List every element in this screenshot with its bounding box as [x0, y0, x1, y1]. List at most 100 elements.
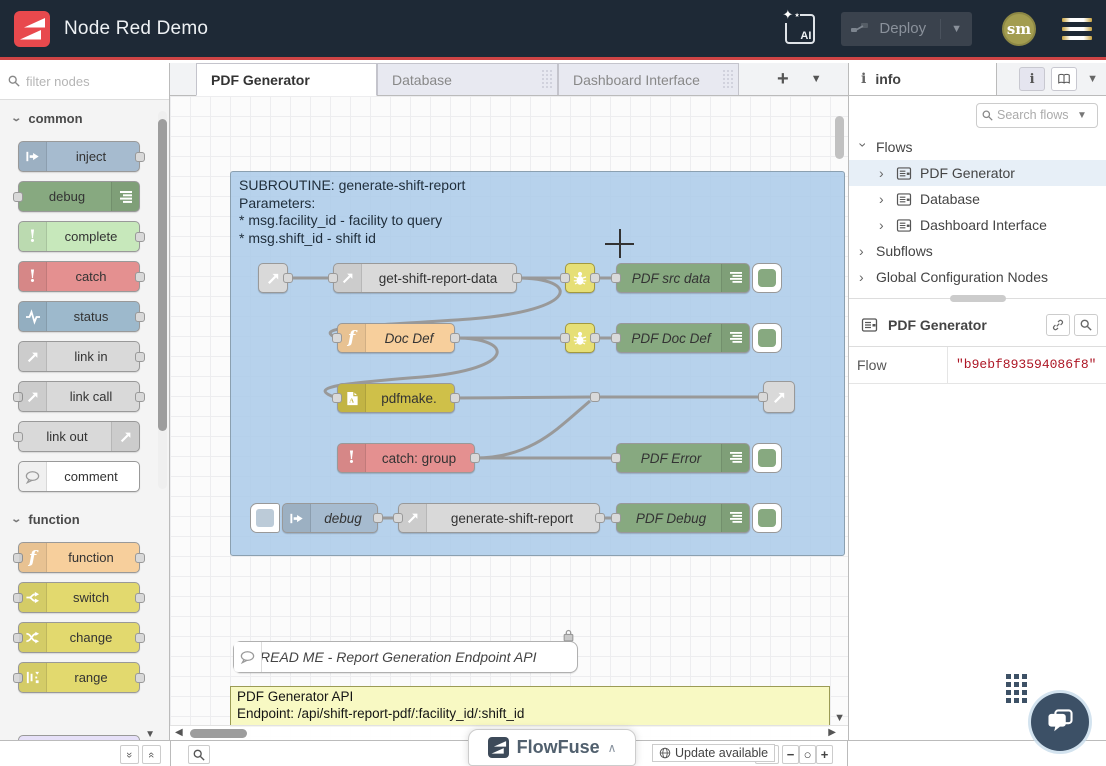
- node-port[interactable]: [135, 392, 145, 402]
- tree-item-global-config[interactable]: › Global Configuration Nodes: [849, 264, 1106, 290]
- node-readme-comment[interactable]: READ ME - Report Generation Endpoint API: [233, 641, 578, 673]
- canvas-hscrollbar-thumb[interactable]: [190, 729, 247, 738]
- palette-node-link-call[interactable]: link call: [18, 381, 140, 412]
- help-book-button[interactable]: [1051, 67, 1077, 91]
- node-port[interactable]: [135, 272, 145, 282]
- palette-node-change[interactable]: change: [18, 622, 140, 653]
- collapse-all-button[interactable]: »: [120, 745, 139, 764]
- palette-scrollbar-thumb[interactable]: [158, 119, 167, 431]
- node-pdf-src-data[interactable]: PDF src data: [616, 263, 750, 293]
- node-port[interactable]: [512, 273, 522, 283]
- node-port[interactable]: [13, 192, 23, 202]
- node-port[interactable]: [611, 273, 621, 283]
- debug-toggle-button[interactable]: [752, 443, 782, 473]
- node-bug-2[interactable]: [565, 323, 595, 353]
- node-port[interactable]: [595, 513, 605, 523]
- user-avatar[interactable]: sm: [1002, 12, 1036, 46]
- node-inject-debug[interactable]: debug: [282, 503, 378, 533]
- node-pdfmake[interactable]: A pdfmake.: [337, 383, 455, 413]
- search-options-caret[interactable]: ▼: [1077, 110, 1087, 121]
- ai-assistant-icon[interactable]: ✦ ★ AI: [785, 14, 815, 44]
- node-doc-def[interactable]: f Doc Def: [337, 323, 455, 353]
- node-port[interactable]: [590, 273, 600, 283]
- filter-nodes-input[interactable]: [26, 74, 146, 89]
- tab-dashboard-interface[interactable]: Dashboard Interface: [558, 63, 739, 95]
- debug-toggle-button[interactable]: [752, 323, 782, 353]
- flowfuse-menu-button[interactable]: FlowFuse ∧: [468, 729, 636, 766]
- deploy-button[interactable]: Deploy ▼: [841, 12, 972, 46]
- debug-toggle-button[interactable]: [752, 503, 782, 533]
- node-port[interactable]: [611, 333, 621, 343]
- palette-category-function[interactable]: ⌄ function: [0, 501, 169, 533]
- search-flows-box[interactable]: ▼: [976, 103, 1098, 128]
- zoom-reset-button[interactable]: ○: [799, 745, 816, 764]
- palette-node-complete[interactable]: ! complete: [18, 221, 140, 252]
- node-port[interactable]: [135, 312, 145, 322]
- node-link-in[interactable]: [258, 263, 288, 293]
- palette-node-comment[interactable]: comment: [18, 461, 140, 492]
- palette-node-link-out[interactable]: link out: [18, 421, 140, 452]
- node-port[interactable]: [283, 273, 293, 283]
- zoom-out-button[interactable]: −: [782, 745, 799, 764]
- canvas-scroll-down-icon[interactable]: ▼: [834, 712, 845, 724]
- node-bug-1[interactable]: [565, 263, 595, 293]
- wire-junction[interactable]: [590, 392, 600, 402]
- tab-info[interactable]: i info: [849, 63, 997, 95]
- main-menu-button[interactable]: [1062, 18, 1092, 40]
- node-catch-group[interactable]: ! catch: group: [337, 443, 475, 473]
- node-port[interactable]: [332, 333, 342, 343]
- sidebar-tabs-caret[interactable]: ▼: [1087, 73, 1098, 85]
- splitter-handle[interactable]: [950, 295, 1006, 302]
- palette-filter[interactable]: [0, 63, 169, 100]
- canvas-scroll-right-icon[interactable]: ▶: [828, 727, 836, 738]
- palette-node-switch[interactable]: switch: [18, 582, 140, 613]
- info-tab-button[interactable]: i: [1019, 67, 1045, 91]
- deploy-options-caret[interactable]: ▼: [940, 19, 962, 39]
- node-get-shift-report-data[interactable]: get-shift-report-data: [333, 263, 517, 293]
- canvas-scroll-left-icon[interactable]: ◀: [175, 727, 183, 738]
- node-port[interactable]: [470, 453, 480, 463]
- node-red-logo-icon[interactable]: [14, 11, 50, 47]
- update-available-button[interactable]: Update available: [652, 744, 775, 762]
- node-port[interactable]: [328, 273, 338, 283]
- debug-toggle-button[interactable]: [752, 263, 782, 293]
- tab-pdf-generator[interactable]: PDF Generator: [196, 63, 377, 96]
- zoom-in-button[interactable]: +: [816, 745, 833, 764]
- canvas-search-button[interactable]: [188, 745, 210, 764]
- node-port[interactable]: [135, 593, 145, 603]
- search-flow-button[interactable]: [1074, 314, 1098, 336]
- tab-database[interactable]: Database: [377, 63, 558, 95]
- node-port[interactable]: [373, 513, 383, 523]
- node-port[interactable]: [450, 393, 460, 403]
- canvas-vscrollbar-thumb[interactable]: [835, 116, 844, 159]
- palette-scrollbar[interactable]: [158, 111, 167, 489]
- palette-node-range[interactable]: range: [18, 662, 140, 693]
- palette-node-status[interactable]: status: [18, 301, 140, 332]
- node-port[interactable]: [560, 333, 570, 343]
- node-pdf-debug[interactable]: PDF Debug: [616, 503, 750, 533]
- palette-node-link-in[interactable]: link in: [18, 341, 140, 372]
- node-port[interactable]: [560, 273, 570, 283]
- tree-item-database[interactable]: › Database: [849, 186, 1106, 212]
- tree-item-flows[interactable]: › Flows: [849, 134, 1106, 160]
- palette-node-catch[interactable]: ! catch: [18, 261, 140, 292]
- node-pdf-doc-def[interactable]: PDF Doc Def: [616, 323, 750, 353]
- node-port[interactable]: [135, 633, 145, 643]
- node-port[interactable]: [135, 352, 145, 362]
- node-port[interactable]: [135, 152, 145, 162]
- expand-all-button[interactable]: «: [142, 745, 161, 764]
- flow-list-caret[interactable]: ▼: [811, 73, 822, 85]
- node-port[interactable]: [13, 432, 23, 442]
- tree-item-dashboard-interface[interactable]: › Dashboard Interface: [849, 212, 1106, 238]
- node-port[interactable]: [135, 232, 145, 242]
- palette-node-inject[interactable]: inject: [18, 141, 140, 172]
- node-port[interactable]: [135, 553, 145, 563]
- node-port[interactable]: [450, 333, 460, 343]
- palette-node-debug[interactable]: debug: [18, 181, 140, 212]
- node-port[interactable]: [611, 453, 621, 463]
- node-port[interactable]: [135, 673, 145, 683]
- search-flows-input[interactable]: [997, 108, 1073, 122]
- copy-link-button[interactable]: [1046, 314, 1070, 336]
- node-generate-shift-report[interactable]: generate-shift-report: [398, 503, 600, 533]
- node-port[interactable]: [758, 392, 768, 402]
